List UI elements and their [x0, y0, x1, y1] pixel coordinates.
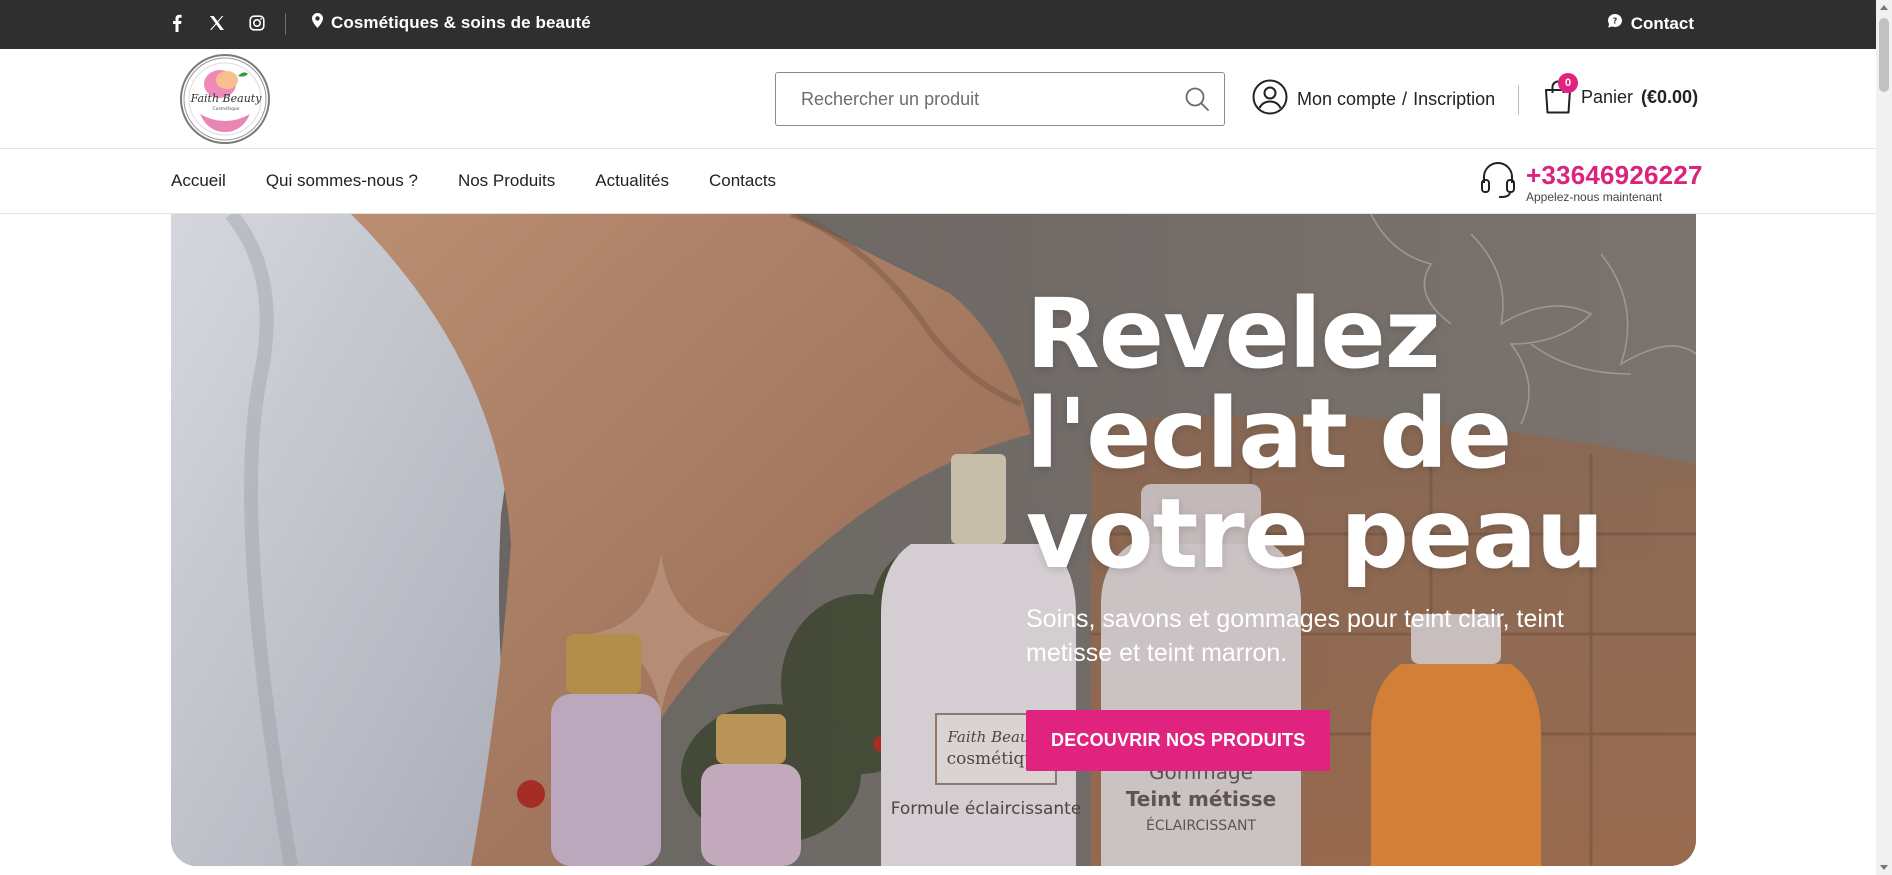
- topbar-contact-link[interactable]: ? Contact: [1607, 13, 1694, 34]
- header-divider: [1518, 85, 1519, 115]
- logo-subtext: Cosmétique: [213, 105, 240, 112]
- x-icon[interactable]: [208, 13, 226, 33]
- topbar-divider: [285, 13, 286, 35]
- account-label[interactable]: Mon compte: [1297, 89, 1396, 109]
- scroll-down-arrow-icon[interactable]: [1880, 865, 1888, 870]
- account-link[interactable]: Mon compte / Inscription: [1252, 79, 1495, 120]
- register-label[interactable]: Inscription: [1413, 89, 1495, 109]
- scroll-up-arrow-icon[interactable]: [1880, 5, 1888, 10]
- search-icon[interactable]: [1184, 86, 1210, 112]
- hero-subtitle: Soins, savons et gommages pour teint cla…: [1026, 605, 1564, 667]
- headset-icon: [1480, 161, 1516, 204]
- nav-item-contacts[interactable]: Contacts: [709, 171, 776, 191]
- cart-label: Panier: [1581, 86, 1634, 107]
- hero-title-line-2: l'eclat de: [1026, 378, 1512, 490]
- site-logo[interactable]: Faith Beauty Cosmétique: [180, 54, 270, 144]
- cart-link[interactable]: 0 Panier (€0.00): [1543, 73, 1699, 115]
- svg-text:?: ?: [1612, 17, 1617, 26]
- chat-bubble-icon: ?: [1607, 13, 1623, 34]
- hero-banner: Faith Beauté cosmétique Formule éclairci…: [171, 214, 1696, 866]
- cart-total: (€0.00): [1641, 86, 1699, 107]
- logo-text: Faith Beauty: [190, 92, 263, 105]
- tagline-text: Cosmétiques & soins de beauté: [331, 13, 591, 32]
- phone-contact[interactable]: +33646926227 Appelez-nous maintenant: [1480, 161, 1703, 204]
- contact-label: Contact: [1630, 13, 1694, 33]
- shopping-bag-icon: 0: [1543, 73, 1578, 115]
- phone-subtext: Appelez-nous maintenant: [1526, 189, 1663, 204]
- phone-number[interactable]: +33646926227: [1526, 162, 1703, 188]
- top-bar: Cosmétiques & soins de beauté ? Contact: [0, 0, 1876, 49]
- nav-item-nos-produits[interactable]: Nos Produits: [458, 171, 555, 191]
- hero-content: Revelez l'eclat de votre peau Soins, sav…: [1026, 284, 1646, 771]
- page-scrollbar[interactable]: [1876, 0, 1892, 875]
- discover-products-button[interactable]: DECOUVRIR NOS PRODUITS: [1026, 710, 1331, 771]
- main-nav: Accueil Qui sommes-nous ? Nos Produits A…: [0, 150, 1876, 214]
- user-icon: [1252, 79, 1288, 120]
- search-input[interactable]: [776, 73, 1176, 125]
- search-box: [775, 72, 1225, 126]
- hero-title-line-3: votre peau: [1026, 478, 1604, 590]
- facebook-icon[interactable]: [168, 13, 186, 33]
- instagram-icon[interactable]: [248, 13, 266, 33]
- hero-title: Revelez l'eclat de votre peau: [1026, 284, 1646, 584]
- scrollbar-thumb[interactable]: [1879, 18, 1889, 92]
- topbar-tagline: Cosmétiques & soins de beauté: [312, 13, 591, 33]
- cart-count-badge: 0: [1558, 73, 1578, 93]
- site-header: Faith Beauty Cosmétique Mon compte /Inscr…: [0, 49, 1876, 149]
- hero-title-line-1: Revelez: [1026, 278, 1441, 390]
- nav-item-accueil[interactable]: Accueil: [171, 171, 226, 191]
- social-links: [168, 13, 266, 33]
- nav-item-qui-sommes-nous[interactable]: Qui sommes-nous ?: [266, 171, 418, 191]
- nav-item-actualites[interactable]: Actualités: [595, 171, 669, 191]
- location-pin-icon: [312, 13, 323, 33]
- account-separator: /: [1402, 89, 1408, 109]
